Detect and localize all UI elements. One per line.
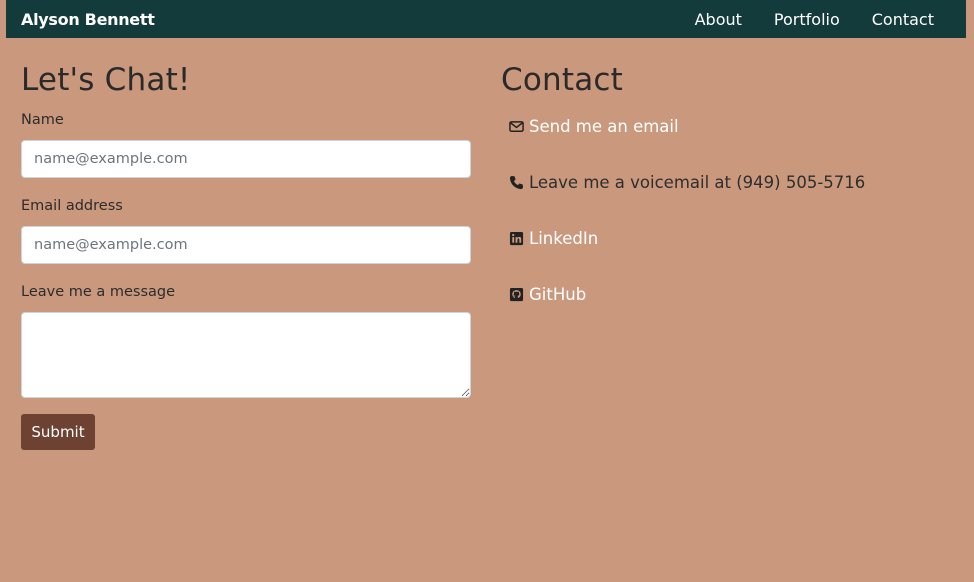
form-title: Let's Chat! — [21, 62, 191, 98]
linkedin-icon — [509, 231, 524, 246]
envelope-icon — [509, 121, 524, 132]
name-input[interactable] — [21, 140, 471, 178]
nav-portfolio-link[interactable]: Portfolio — [774, 10, 840, 29]
message-label: Leave me a message — [21, 284, 176, 300]
message-textarea[interactable] — [21, 312, 471, 398]
github-contact-item: GitHub — [509, 285, 586, 304]
contact-form: Let's Chat! Name Email address Leave me … — [21, 62, 471, 450]
linkedin-contact-item: LinkedIn — [509, 229, 598, 248]
github-link[interactable]: GitHub — [529, 285, 586, 304]
email-input[interactable] — [21, 226, 471, 264]
email-label: Email address — [21, 198, 123, 214]
github-icon — [509, 287, 524, 302]
contact-section: Contact Send me an email Leave me a voic… — [501, 62, 951, 304]
phone-icon — [509, 175, 524, 190]
submit-button[interactable]: Submit — [21, 414, 95, 450]
linkedin-link[interactable]: LinkedIn — [529, 229, 598, 248]
nav-contact-link[interactable]: Contact — [872, 10, 934, 29]
navbar: Alyson Bennett About Portfolio Contact — [6, 0, 966, 38]
nav-links: About Portfolio Contact — [695, 10, 934, 29]
name-label: Name — [21, 112, 64, 128]
contact-title: Contact — [501, 62, 624, 98]
nav-about-link[interactable]: About — [695, 10, 742, 29]
brand-link[interactable]: Alyson Bennett — [21, 10, 155, 29]
phone-contact-item: Leave me a voicemail at (949) 505-5716 — [509, 173, 865, 192]
phone-text: Leave me a voicemail at (949) 505-5716 — [529, 173, 866, 192]
email-contact-item: Send me an email — [509, 117, 679, 136]
email-link[interactable]: Send me an email — [529, 117, 679, 136]
